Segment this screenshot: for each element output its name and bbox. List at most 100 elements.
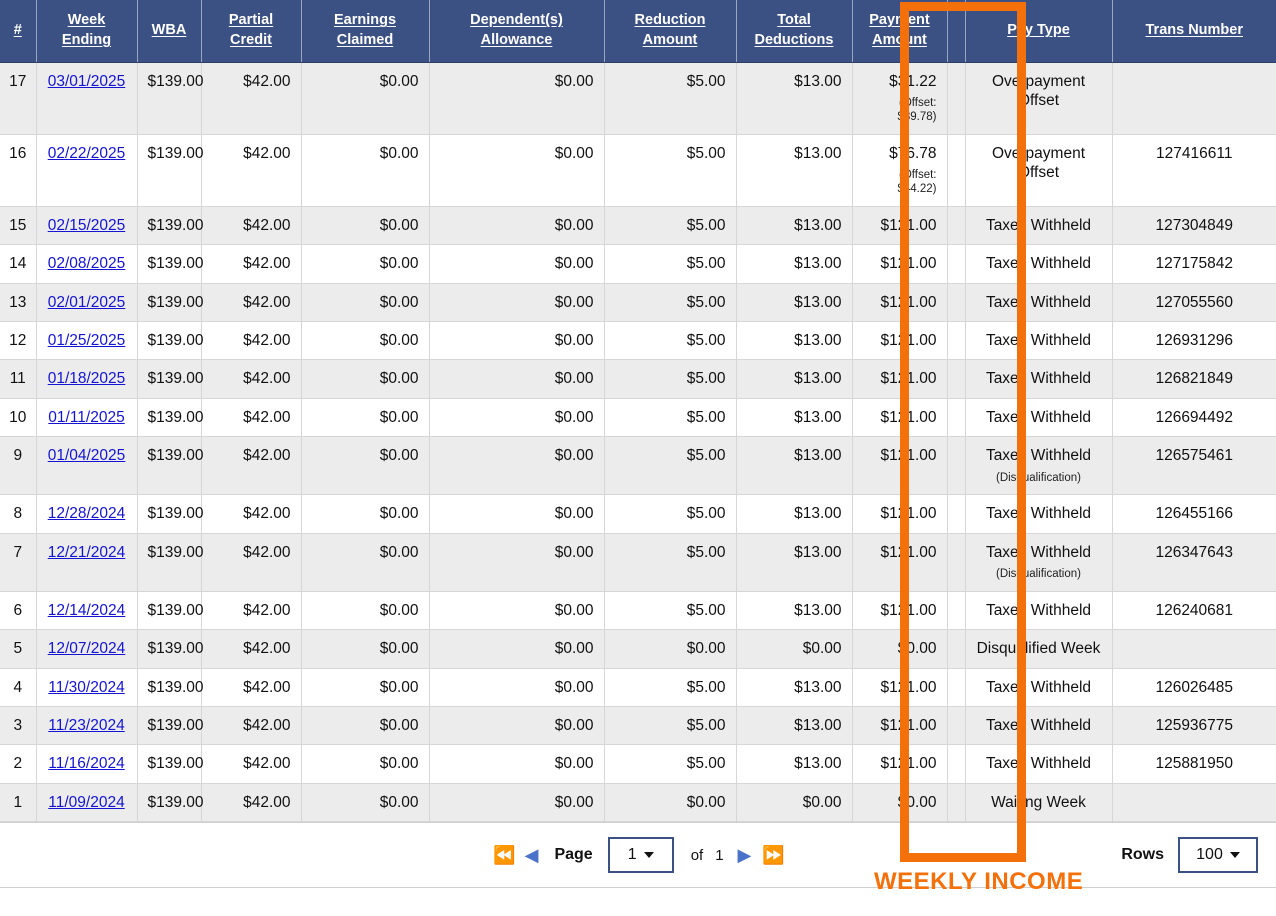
rows-per-page-select[interactable]: 100	[1178, 837, 1258, 874]
table-row: 11 01/18/2025 $139.00 $42.00 $0.00 $0.00 $5.00…	[0, 359, 1276, 399]
week-ending-cell: 01/25/2025	[36, 321, 138, 361]
column-header-wba[interactable]: WBA	[137, 0, 202, 63]
pay-type-cell: Taxes Withheld	[965, 706, 1113, 746]
week-ending-link[interactable]: 11/23/2024	[48, 717, 124, 734]
payment-amount-cell: $121.00	[852, 706, 948, 746]
column-header-reduction-amount[interactable]: Reduction Amount	[604, 0, 737, 63]
column-header-trans-number[interactable]: Trans Number	[1112, 0, 1276, 63]
week-ending-cell: 11/16/2024	[36, 744, 138, 784]
earnings-claimed-cell-value: $0.00	[379, 408, 419, 426]
column-header-partial-credit[interactable]: Partial Credit	[201, 0, 302, 63]
partial-credit-cell-value: $42.00	[243, 601, 291, 619]
partial-credit-cell: $42.00	[201, 134, 302, 207]
trans-number-cell: 127416611	[1112, 134, 1276, 207]
column-header-earnings-claimed[interactable]: Earnings Claimed	[301, 0, 430, 63]
payment-amount-cell: $121.00	[852, 398, 948, 438]
column-header-total-deductions[interactable]: Total Deductions	[736, 0, 853, 63]
trans-number-cell: 126694492	[1112, 398, 1276, 438]
earnings-claimed-cell: $0.00	[301, 744, 430, 784]
total-deductions-cell-value: $13.00	[794, 717, 842, 735]
pay-type-cell: Overpayment Offset	[965, 134, 1113, 207]
column-header-week-ending-label: Week Ending	[61, 12, 112, 48]
week-ending-link[interactable]: 02/22/2025	[48, 145, 126, 162]
trans-number-cell: 127055560	[1112, 283, 1276, 323]
week-ending-link[interactable]: 02/15/2025	[48, 217, 126, 234]
partial-credit-cell-value: $42.00	[243, 678, 291, 696]
row-index: 17	[0, 62, 37, 135]
pay-type-cell: Waiting Week	[965, 783, 1113, 823]
dependents-allowance-cell: $0.00	[429, 629, 605, 669]
wba-cell-value: $139.00	[147, 640, 204, 658]
column-header-week-ending[interactable]: Week Ending	[36, 0, 138, 63]
trans-number-cell	[1112, 629, 1276, 669]
week-ending-link[interactable]: 01/04/2025	[48, 447, 126, 464]
payment-amount-cell-value: $121.00	[880, 601, 937, 619]
week-ending-link[interactable]: 02/08/2025	[48, 255, 126, 272]
pay-type-cell-value: Overpayment Offset	[991, 73, 1086, 110]
payment-amount-cell-value: $121.00	[880, 543, 937, 561]
week-ending-link[interactable]: 01/18/2025	[48, 370, 126, 387]
trans-number-cell	[1112, 783, 1276, 823]
total-deductions-cell-value: $13.00	[794, 678, 842, 696]
first-page-icon[interactable]: ⏪	[492, 846, 515, 864]
total-deductions-cell-value: $13.00	[794, 255, 842, 273]
week-ending-link[interactable]: 11/16/2024	[48, 755, 124, 772]
row-index-value: 15	[9, 216, 27, 234]
week-ending-cell: 01/04/2025	[36, 436, 138, 496]
week-ending-link[interactable]: 12/14/2024	[48, 602, 126, 619]
pay-type-cell-value: Taxes Withheld	[985, 447, 1092, 465]
wba-cell: $139.00	[137, 283, 204, 323]
trans-number-cell: 126026485	[1112, 668, 1276, 708]
spacer-cell	[947, 62, 966, 135]
week-ending-link[interactable]: 12/28/2024	[48, 505, 126, 522]
week-ending-link[interactable]: 03/01/2025	[48, 73, 126, 90]
column-header-index[interactable]: #	[0, 0, 37, 63]
trans-number-cell-value: 125881950	[1155, 755, 1234, 773]
week-ending-link[interactable]: 12/07/2024	[48, 640, 126, 657]
total-deductions-cell-value: $13.00	[794, 505, 842, 523]
wba-cell-value: $139.00	[147, 144, 204, 162]
total-deductions-cell: $13.00	[736, 668, 853, 708]
table-row: 6 12/14/2024 $139.00 $42.00 $0.00 $0.00 $5.00 $…	[0, 591, 1276, 631]
pay-type-cell: Taxes Withheld	[965, 244, 1113, 284]
earnings-claimed-cell: $0.00	[301, 283, 430, 323]
reduction-amount-cell: $5.00	[604, 134, 737, 207]
reduction-amount-cell: $5.00	[604, 321, 737, 361]
partial-credit-cell-value: $42.00	[243, 255, 291, 273]
trans-number-cell-value: 127175842	[1155, 255, 1234, 273]
total-deductions-cell: $13.00	[736, 436, 853, 496]
last-page-icon[interactable]: ⏩	[761, 846, 784, 864]
partial-credit-cell-value: $42.00	[243, 793, 291, 811]
pay-type-cell-value: Taxes Withheld	[985, 216, 1092, 234]
week-ending-cell: 11/23/2024	[36, 706, 138, 746]
reduction-amount-cell: $5.00	[604, 706, 737, 746]
payment-amount-cell-value: $121.00	[880, 505, 937, 523]
row-index: 5	[0, 629, 37, 669]
row-index-value: 16	[9, 144, 27, 162]
wba-cell-value: $139.00	[147, 447, 204, 465]
table-footer: ⏪ ◀ Page 1 of 1 ▶ ⏩ Rows 100	[0, 822, 1276, 889]
week-ending-link[interactable]: 12/21/2024	[48, 544, 126, 561]
total-deductions-cell-value: $13.00	[794, 601, 842, 619]
week-ending-link[interactable]: 11/09/2024	[48, 794, 124, 811]
pay-type-cell: Taxes Withheld	[965, 206, 1113, 246]
partial-credit-cell: $42.00	[201, 62, 302, 135]
row-index: 16	[0, 134, 37, 207]
week-ending-link[interactable]: 11/30/2024	[48, 679, 124, 696]
previous-page-icon[interactable]: ◀	[524, 846, 540, 864]
pay-type-cell: Taxes Withheld	[965, 321, 1113, 361]
payment-amount-cell-value: $31.22	[889, 73, 937, 90]
spacer-cell	[947, 436, 966, 496]
column-header-dependents-allowance[interactable]: Dependent(s) Allowance	[429, 0, 605, 63]
week-ending-link[interactable]: 01/25/2025	[48, 332, 126, 349]
total-deductions-cell: $13.00	[736, 359, 853, 399]
trans-number-cell-value: 126694492	[1155, 408, 1234, 426]
page-number-select[interactable]: 1	[607, 837, 674, 874]
week-ending-link[interactable]: 01/11/2025	[48, 409, 124, 426]
earnings-claimed-cell-value: $0.00	[379, 678, 419, 696]
column-header-pay-type[interactable]: Pay Type	[965, 0, 1113, 63]
column-header-payment-amount[interactable]: Payment Amount	[852, 0, 948, 63]
next-page-icon[interactable]: ▶	[737, 846, 753, 864]
week-ending-link[interactable]: 02/01/2025	[48, 294, 126, 311]
wba-cell-value: $139.00	[147, 793, 204, 811]
